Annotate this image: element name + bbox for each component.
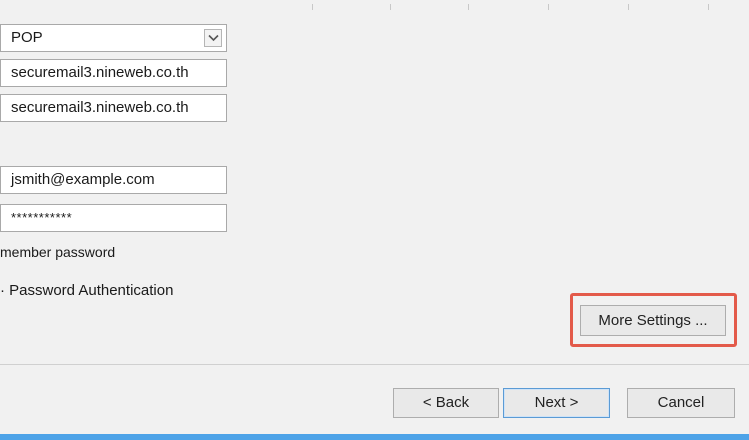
footer-divider: [0, 364, 749, 365]
incoming-server-input[interactable]: securemail3.nineweb.co.th: [0, 59, 227, 87]
account-settings-dialog: POP securemail3.nineweb.co.th securemail…: [0, 0, 749, 440]
account-type-value: POP: [11, 29, 43, 46]
ruler-tick: [548, 4, 549, 10]
password-value: ***********: [11, 210, 73, 225]
chevron-down-icon: [208, 34, 219, 42]
next-button[interactable]: Next >: [503, 388, 610, 418]
window-bottom-accent-bar: [0, 434, 749, 440]
ruler-tick: [708, 4, 709, 10]
outgoing-server-value: securemail3.nineweb.co.th: [11, 99, 189, 116]
more-settings-button[interactable]: More Settings ...: [580, 305, 726, 336]
incoming-server-value: securemail3.nineweb.co.th: [11, 64, 189, 81]
ruler-tick: [468, 4, 469, 10]
secure-password-authentication-label[interactable]: · Password Authentication: [0, 282, 173, 299]
dropdown-button[interactable]: [204, 29, 222, 47]
back-button[interactable]: < Back: [393, 388, 499, 418]
ruler-tick: [390, 4, 391, 10]
remember-password-label[interactable]: member password: [0, 244, 115, 260]
user-name-input[interactable]: jsmith@example.com: [0, 166, 227, 194]
user-name-value: jsmith@example.com: [11, 171, 155, 188]
top-ruler: [0, 0, 749, 12]
account-type-select[interactable]: POP: [0, 24, 227, 52]
password-input[interactable]: ***********: [0, 204, 227, 232]
outgoing-server-input[interactable]: securemail3.nineweb.co.th: [0, 94, 227, 122]
ruler-tick: [628, 4, 629, 10]
cancel-button[interactable]: Cancel: [627, 388, 735, 418]
ruler-tick: [312, 4, 313, 10]
